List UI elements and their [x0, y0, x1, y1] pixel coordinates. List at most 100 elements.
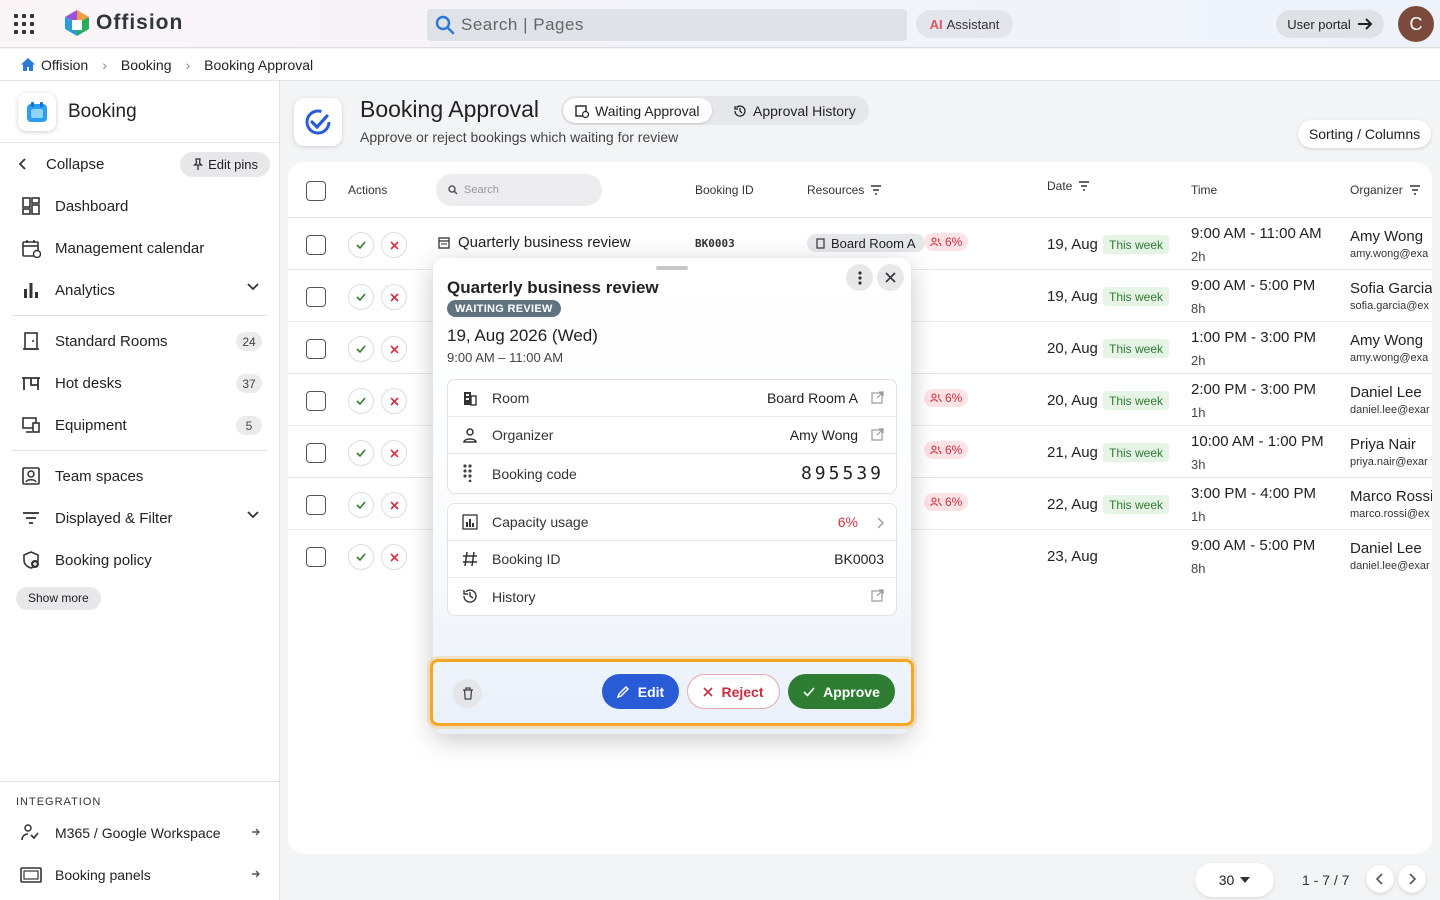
home-icon[interactable]	[20, 57, 36, 72]
sidebar-item-analytics[interactable]: Analytics	[0, 269, 279, 311]
app-grid-icon[interactable]	[14, 14, 34, 34]
ai-assistant-button[interactable]: AI Assistant	[916, 10, 1013, 38]
calendar-clock-icon	[575, 104, 589, 118]
reject-row-button[interactable]	[381, 388, 407, 414]
approve-button[interactable]: Approve	[788, 674, 895, 709]
edit-button[interactable]: Edit	[602, 674, 679, 709]
filter-icon	[20, 510, 42, 526]
approve-row-button[interactable]	[348, 284, 374, 310]
collapse-button[interactable]: Collapse Edit pins	[0, 143, 279, 185]
booking-title[interactable]: Quarterly business review	[438, 234, 631, 251]
caret-down-icon	[1240, 877, 1251, 883]
row-checkbox[interactable]	[306, 495, 326, 515]
building-icon	[464, 392, 477, 406]
open-external-icon[interactable]	[871, 391, 884, 404]
people-icon	[930, 237, 942, 247]
more-options-button[interactable]	[846, 264, 873, 291]
app-logo[interactable]: Offision	[64, 9, 183, 37]
filter-icon[interactable]	[1078, 181, 1090, 191]
sidebar-item-equipment[interactable]: Equipment 5	[0, 404, 279, 446]
sidebar-item-booking-policy[interactable]: Booking policy	[0, 539, 279, 581]
sidebar-item-team-spaces[interactable]: Team spaces	[0, 455, 279, 497]
approve-row-button[interactable]	[348, 388, 374, 414]
row-checkbox[interactable]	[306, 391, 326, 411]
show-more-button[interactable]: Show more	[16, 587, 101, 610]
row-checkbox[interactable]	[306, 287, 326, 307]
approve-row-button[interactable]	[348, 544, 374, 570]
next-page-button[interactable]	[1398, 865, 1426, 893]
sorting-columns-button[interactable]: Sorting / Columns	[1298, 120, 1431, 148]
resource-chip[interactable]: Board Room A	[807, 234, 925, 252]
delete-booking-button[interactable]	[453, 679, 482, 708]
reject-row-button[interactable]	[381, 544, 407, 570]
filter-icon[interactable]	[1409, 185, 1421, 195]
reject-row-button[interactable]	[381, 492, 407, 518]
filter-icon[interactable]	[870, 185, 882, 195]
popup-time: 9:00 AM – 11:00 AM	[447, 350, 564, 365]
detail-row-capacity[interactable]: Capacity usage 6%	[448, 504, 896, 541]
column-booking-id[interactable]: Booking ID	[695, 183, 754, 197]
previous-page-button[interactable]	[1366, 865, 1394, 893]
reject-button[interactable]: Reject	[687, 674, 780, 709]
integration-item-booking-panels[interactable]: Booking panels	[0, 854, 279, 896]
column-label: Organizer	[1350, 183, 1403, 197]
this-week-badge: This week	[1103, 495, 1170, 514]
room-value: Board Room A	[766, 390, 858, 406]
column-organizer[interactable]: Organizer	[1350, 183, 1421, 197]
resource-name: Board Room A	[831, 235, 916, 251]
row-checkbox[interactable]	[306, 235, 326, 255]
row-checkbox[interactable]	[306, 339, 326, 359]
reject-row-button[interactable]	[381, 232, 407, 258]
detail-row-history[interactable]: History	[448, 578, 896, 615]
table-search-input[interactable]: Search	[436, 174, 602, 206]
column-resources[interactable]: Resources	[807, 183, 882, 197]
booking-duration: 1h	[1191, 405, 1206, 420]
pagination-range: 1 - 7 / 7	[1302, 872, 1350, 888]
sidebar-item-dashboard[interactable]: Dashboard	[0, 185, 279, 227]
reject-row-button[interactable]	[381, 284, 407, 310]
sidebar-item-displayed-filter[interactable]: Displayed & Filter	[0, 497, 279, 539]
close-popup-button[interactable]	[877, 264, 904, 291]
reject-row-button[interactable]	[381, 440, 407, 466]
avatar[interactable]: C	[1398, 6, 1434, 42]
drag-handle[interactable]	[656, 266, 688, 270]
row-checkbox[interactable]	[306, 443, 326, 463]
people-icon	[930, 445, 942, 455]
door-icon	[816, 237, 825, 249]
edit-pins-button[interactable]: Edit pins	[180, 152, 270, 177]
sidebar-item-standard-rooms[interactable]: Standard Rooms 24	[0, 320, 279, 362]
rows-per-page-select[interactable]: 30	[1195, 863, 1274, 897]
user-portal-button[interactable]: User portal	[1276, 10, 1384, 38]
sidebar-item-hot-desks[interactable]: Hot desks 37	[0, 362, 279, 404]
organizer-email: amy.wong@exa	[1350, 352, 1429, 364]
approve-row-button[interactable]	[348, 492, 374, 518]
chevron-down-icon[interactable]	[247, 283, 259, 291]
check-icon	[356, 241, 366, 249]
assistant-label: Assistant	[946, 16, 1000, 32]
breadcrumb-separator-icon: ›	[185, 56, 191, 73]
tab-waiting-approval[interactable]: Waiting Approval	[563, 98, 712, 123]
breadcrumb-item-booking[interactable]: Booking	[121, 57, 172, 73]
breadcrumb-item-offision[interactable]: Offision	[41, 57, 88, 73]
chevron-down-icon[interactable]	[247, 511, 259, 519]
select-all-checkbox[interactable]	[306, 181, 326, 201]
open-external-icon[interactable]	[871, 589, 884, 602]
organizer-name: Marco Rossi	[1350, 488, 1432, 505]
integration-item-workspace[interactable]: M365 / Google Workspace	[0, 812, 279, 854]
approve-row-button[interactable]	[348, 440, 374, 466]
row-checkbox[interactable]	[306, 547, 326, 567]
approve-row-button[interactable]	[348, 336, 374, 362]
sidebar-item-management-calendar[interactable]: Management calendar	[0, 227, 279, 269]
column-label: Date	[1047, 179, 1073, 193]
chart-icon	[462, 514, 478, 530]
booking-duration: 2h	[1191, 249, 1206, 264]
column-time[interactable]: Time	[1191, 183, 1217, 197]
global-search-input[interactable]: Search | Pages	[427, 9, 907, 41]
column-date[interactable]: Date	[1047, 179, 1090, 193]
tab-approval-history[interactable]: Approval History	[721, 98, 868, 123]
top-bar: Offision Search | Pages AI Assistant Use…	[0, 0, 1440, 48]
approve-row-button[interactable]	[348, 232, 374, 258]
integration-label: M365 / Google Workspace	[55, 825, 221, 841]
open-external-icon[interactable]	[871, 428, 884, 441]
reject-row-button[interactable]	[381, 336, 407, 362]
